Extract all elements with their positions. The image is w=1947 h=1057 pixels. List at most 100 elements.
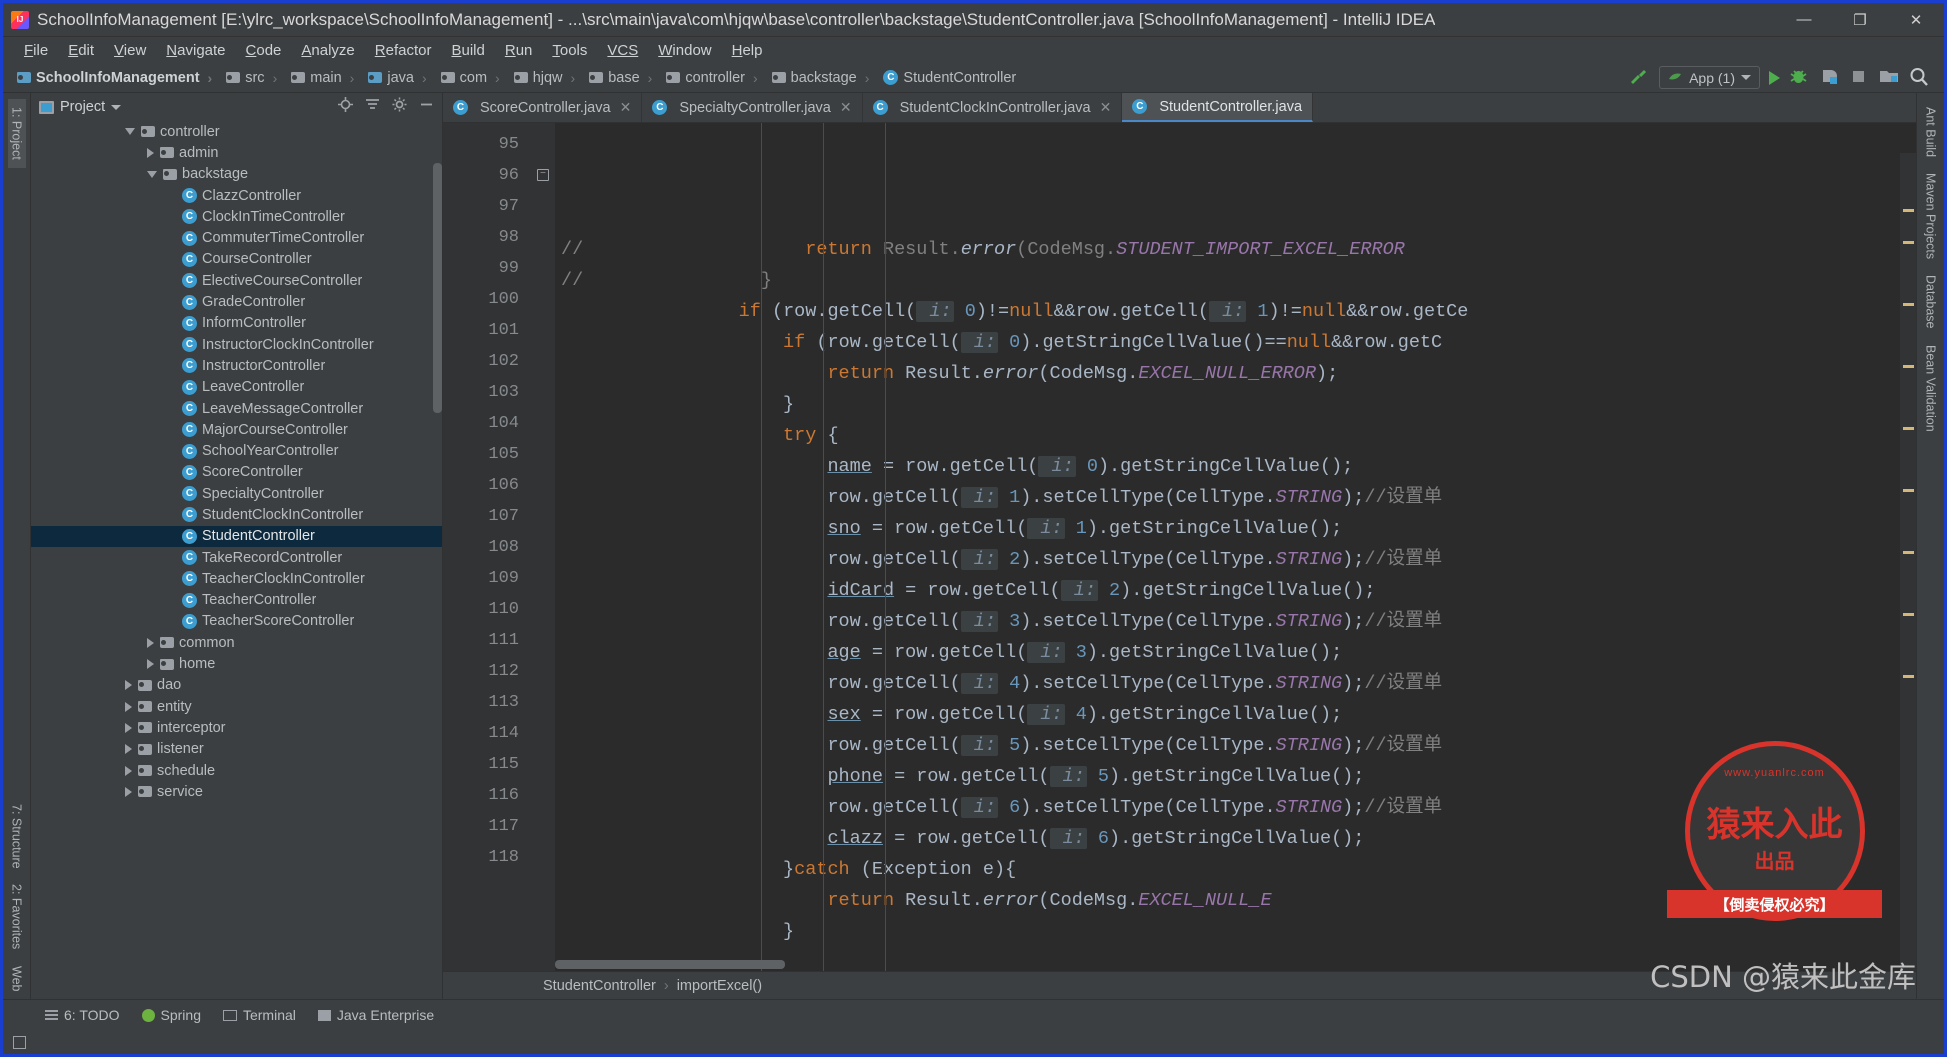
chevron-right-icon[interactable] xyxy=(125,722,132,733)
code-line[interactable]: phone = row.getCell( i: 5).getStringCell… xyxy=(555,761,1916,792)
tree-node[interactable]: C ClazzController xyxy=(31,185,442,206)
tree-node[interactable]: listener xyxy=(31,739,442,760)
tree-node[interactable]: C LeaveController xyxy=(31,377,442,398)
breadcrumb-base[interactable]: base › xyxy=(583,67,660,89)
menu-vcs[interactable]: VCS xyxy=(598,40,647,61)
menu-help[interactable]: Help xyxy=(723,40,772,61)
tree-node[interactable]: C InstructorClockInController xyxy=(31,334,442,355)
chevron-down-icon[interactable] xyxy=(111,104,122,110)
code-line[interactable]: row.getCell( i: 3).setCellType(CellType.… xyxy=(555,606,1916,637)
code-line[interactable]: age = row.getCell( i: 3).getStringCellVa… xyxy=(555,637,1916,668)
menu-refactor[interactable]: Refactor xyxy=(366,40,441,61)
code-line[interactable]: row.getCell( i: 5).setCellType(CellType.… xyxy=(555,730,1916,761)
chevron-right-icon[interactable] xyxy=(125,701,132,712)
code-line[interactable]: name = row.getCell( i: 0).getStringCellV… xyxy=(555,451,1916,482)
code-line[interactable]: // } xyxy=(555,265,1916,296)
stop-icon[interactable] xyxy=(1849,67,1870,88)
menu-build[interactable]: Build xyxy=(442,40,493,61)
rail-tab-project[interactable]: 1: Project xyxy=(7,99,26,168)
close-icon[interactable]: ✕ xyxy=(840,99,852,116)
tree-node[interactable]: C SpecialtyController xyxy=(31,483,442,504)
tree-node[interactable]: dao xyxy=(31,675,442,696)
tree-node[interactable]: service xyxy=(31,781,442,802)
tree-node[interactable]: C SchoolYearController xyxy=(31,440,442,461)
fold-column[interactable] xyxy=(533,123,555,971)
search-everywhere-icon[interactable] xyxy=(1909,67,1930,88)
menu-run[interactable]: Run xyxy=(496,40,542,61)
rail-tab-favorites[interactable]: 2: Favorites xyxy=(8,876,26,957)
tree-node[interactable]: C InformController xyxy=(31,313,442,334)
code-line[interactable]: return Result.error(CodeMsg.EXCEL_NULL_E… xyxy=(555,358,1916,389)
code-line[interactable]: clazz = row.getCell( i: 6).getStringCell… xyxy=(555,823,1916,854)
breadcrumb-method[interactable]: importExcel() xyxy=(677,978,762,994)
tree-node[interactable]: common xyxy=(31,632,442,653)
code-line[interactable]: if (row.getCell( i: 0).getStringCellValu… xyxy=(555,327,1916,358)
project-tree-scrollbar[interactable] xyxy=(433,163,442,413)
code-line[interactable]: return Result.error(CodeMsg.EXCEL_NULL_E xyxy=(555,885,1916,916)
project-structure-icon[interactable] xyxy=(1879,67,1900,88)
rail-tab-web[interactable]: Web xyxy=(8,958,26,999)
editor-tab-specialtycontroller[interactable]: C SpecialtyController.java ✕ xyxy=(642,93,863,122)
editor-tab-studentclockincontroller[interactable]: C StudentClockInController.java ✕ xyxy=(863,93,1123,122)
tree-node[interactable]: C TeacherClockInController xyxy=(31,568,442,589)
code-line[interactable]: row.getCell( i: 4).setCellType(CellType.… xyxy=(555,668,1916,699)
tree-node[interactable]: C ClockInTimeController xyxy=(31,206,442,227)
code-line[interactable]: if (row.getCell( i: 0)!=null&&row.getCel… xyxy=(555,296,1916,327)
tree-node[interactable]: entity xyxy=(31,696,442,717)
run-with-coverage-icon[interactable] xyxy=(1819,67,1840,88)
chevron-right-icon[interactable] xyxy=(125,680,132,691)
code-line[interactable]: sex = row.getCell( i: 4).getStringCellVa… xyxy=(555,699,1916,730)
minimize-button[interactable]: — xyxy=(1776,3,1832,36)
locate-icon[interactable] xyxy=(338,97,353,117)
settings-gear-icon[interactable] xyxy=(392,97,407,117)
code-line[interactable]: }catch (Exception e){ xyxy=(555,854,1916,885)
tree-node[interactable]: C TeacherScoreController xyxy=(31,611,442,632)
tree-node[interactable]: admin xyxy=(31,142,442,163)
breadcrumb-studentcontroller[interactable]: C StudentController xyxy=(877,67,1024,89)
horizontal-scrollbar[interactable] xyxy=(555,960,785,969)
rail-tab-ant-build[interactable]: Ant Build xyxy=(1922,99,1940,165)
breadcrumb-main[interactable]: main › xyxy=(285,67,362,89)
chevron-down-icon[interactable] xyxy=(147,170,157,178)
close-icon[interactable]: ✕ xyxy=(1100,99,1112,116)
collapse-all-icon[interactable] xyxy=(365,97,380,117)
run-icon[interactable] xyxy=(1769,70,1780,85)
breadcrumb-src[interactable]: src › xyxy=(220,67,285,89)
code-line[interactable]: try { xyxy=(555,420,1916,451)
rail-tab-maven-projects[interactable]: Maven Projects xyxy=(1922,165,1940,267)
code-line[interactable]: } xyxy=(555,389,1916,420)
tree-node[interactable]: C TeacherController xyxy=(31,590,442,611)
tree-node[interactable]: C ScoreController xyxy=(31,462,442,483)
tree-node[interactable]: C MajorCourseController xyxy=(31,419,442,440)
chevron-right-icon[interactable] xyxy=(147,147,154,158)
tree-node[interactable]: backstage xyxy=(31,164,442,185)
bottom-tab-java-enterprise[interactable]: Java Enterprise xyxy=(317,1007,434,1023)
menu-analyze[interactable]: Analyze xyxy=(292,40,363,61)
event-log-icon[interactable] xyxy=(13,1035,26,1049)
code-line[interactable]: } xyxy=(555,916,1916,947)
close-button[interactable]: ✕ xyxy=(1888,3,1944,36)
code-line[interactable]: row.getCell( i: 2).setCellType(CellType.… xyxy=(555,544,1916,575)
rail-tab-bean-validation[interactable]: Bean Validation xyxy=(1922,337,1940,440)
code-line[interactable]: sno = row.getCell( i: 1).getStringCellVa… xyxy=(555,513,1916,544)
tree-node[interactable]: C LeaveMessageController xyxy=(31,398,442,419)
tree-node[interactable]: C InstructorController xyxy=(31,355,442,376)
code-line[interactable]: row.getCell( i: 6).setCellType(CellType.… xyxy=(555,792,1916,823)
maximize-button[interactable]: ❐ xyxy=(1832,3,1888,36)
line-number-gutter[interactable]: 95 96− 97 98 99 100 101 102 103 104 105 106 107 108 10… xyxy=(443,123,549,971)
menu-view[interactable]: View xyxy=(105,40,155,61)
run-configuration-selector[interactable]: App (1) xyxy=(1659,66,1760,89)
tree-node[interactable]: C TakeRecordController xyxy=(31,547,442,568)
chevron-right-icon[interactable] xyxy=(147,659,154,670)
tree-node[interactable]: controller xyxy=(31,121,442,142)
close-icon[interactable]: ✕ xyxy=(620,99,632,116)
breadcrumb-backstage[interactable]: backstage › xyxy=(766,67,878,89)
tree-node[interactable]: C GradeController xyxy=(31,291,442,312)
rail-tab-database[interactable]: Database xyxy=(1922,267,1940,337)
breadcrumb-hjqw[interactable]: hjqw › xyxy=(508,67,584,89)
chevron-right-icon[interactable] xyxy=(125,786,132,797)
chevron-down-icon[interactable] xyxy=(125,128,135,136)
bottom-tab-terminal[interactable]: Terminal xyxy=(222,1007,296,1023)
editor-tab-studentcontroller[interactable]: C StudentController.java xyxy=(1122,93,1314,122)
breadcrumb-controller[interactable]: controller › xyxy=(660,67,765,89)
